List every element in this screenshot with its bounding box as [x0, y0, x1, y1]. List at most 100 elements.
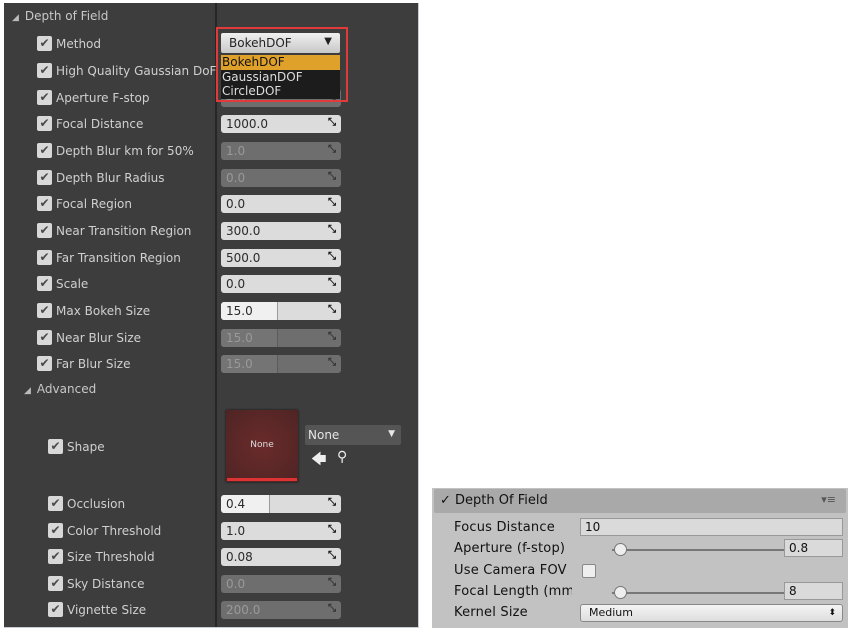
numeric-field[interactable]: 1000.0 ⤡	[221, 115, 341, 134]
checkbox-checked-icon[interactable]: ✔	[37, 89, 52, 105]
chevron-down-icon: ▼	[388, 429, 395, 439]
drag-resize-icon: ⤡	[328, 250, 336, 262]
checkbox-checked-icon[interactable]: ✔	[48, 575, 63, 591]
numeric-field[interactable]: 500.0 ⤡	[221, 248, 341, 267]
shape-texture-thumbnail[interactable]: None	[226, 410, 298, 482]
row-label: Far Blur Size	[56, 357, 131, 372]
property-row: ✔ High Quality Gaussian DoF on Mobile	[4, 60, 418, 86]
row-label: Depth Blur Radius	[56, 170, 165, 185]
component-header[interactable]: ✓ Depth Of Field ▾≡	[434, 489, 846, 513]
property-row: ✔ Max Bokeh Size 15.0 ⤡	[4, 300, 418, 326]
checkbox-checked-icon[interactable]: ✔	[37, 36, 52, 51]
collapse-triangle-icon: ◢	[12, 13, 19, 23]
row-label: Vignette Size	[67, 603, 147, 617]
checkbox-checked-icon[interactable]: ✔	[37, 223, 52, 239]
checkbox-checked-icon[interactable]: ✔	[37, 276, 52, 292]
numeric-field: 0.0 ⤡	[221, 574, 341, 593]
numeric-field: 15.0 ⤡	[221, 328, 341, 347]
numeric-field[interactable]: 0.0 ⤡	[221, 195, 341, 214]
numeric-field[interactable]: 0.0 ⤡	[221, 275, 341, 294]
row-label: Depth Blur km for 50%	[56, 144, 194, 158]
property-row: ✔ Depth Blur Radius 0.0 ⤡	[4, 167, 418, 193]
numeric-field[interactable]: 300.0 ⤡	[221, 222, 341, 241]
row-label: Sky Distance	[67, 576, 145, 591]
property-row: ✔ Aperture F-stop 4.0 ⤡	[4, 87, 418, 113]
aperture-slider-knob[interactable]	[614, 543, 627, 556]
numeric-field: 1.0 ⤡	[221, 142, 341, 160]
property-row: ✔ Far Blur Size 15.0 ⤡	[4, 353, 418, 379]
shape-asset-dropdown[interactable]: None ▼	[305, 425, 401, 445]
focus-distance-input[interactable]: 10	[580, 518, 843, 536]
drag-resize-icon: ⤡	[328, 523, 336, 535]
kernel-size-dropdown[interactable]: Medium ⬍	[580, 604, 843, 622]
property-row: ✔ Focal Distance 1000.0 ⤡	[4, 113, 418, 139]
drag-resize-icon: ⤡	[328, 497, 336, 508]
numeric-field[interactable]: 1.0 ⤡	[221, 521, 341, 540]
checkbox-checked-icon[interactable]: ✔	[37, 356, 52, 372]
checkbox-checked-icon[interactable]: ✔	[37, 303, 52, 319]
drag-resize-icon: ⤡	[328, 117, 336, 129]
property-row: ✔ Near Blur Size 15.0 ⤡	[4, 327, 418, 353]
search-magnifier-icon[interactable]: ⚲	[337, 449, 347, 465]
aperture-input[interactable]: 0.8	[784, 539, 843, 557]
row-label: Max Bokeh Size	[56, 304, 151, 319]
checkbox-checked-icon[interactable]: ✔	[48, 549, 63, 564]
enabled-checkmark-icon[interactable]: ✓	[440, 493, 451, 508]
property-row: ✔ Color Threshold 1.0 ⤡	[4, 520, 418, 546]
row-label: Occlusion	[67, 497, 126, 511]
numeric-field: 200.0 ⤡	[221, 601, 341, 619]
updown-arrows-icon: ⬍	[828, 608, 836, 618]
section-header-advanced[interactable]: ◢ Advanced	[24, 382, 96, 396]
row-label: Color Threshold	[67, 523, 162, 538]
highlight-callout-box	[216, 27, 348, 102]
numeric-field[interactable]: 0.08 ⤡	[221, 548, 341, 566]
row-label: Shape	[67, 440, 105, 454]
focal-length-input[interactable]: 8	[784, 582, 843, 600]
row-method: ✔ Method	[4, 33, 418, 59]
drag-resize-icon: ⤡	[328, 197, 336, 209]
property-row: ✔ Near Transition Region 300.0 ⤡	[4, 220, 418, 246]
drag-resize-icon: ⤡	[328, 330, 336, 342]
unreal-dof-panel: ◢ Depth of Field ✔ Method ✔ High Quality …	[4, 3, 419, 628]
checkbox-checked-icon[interactable]: ✔	[48, 522, 63, 538]
row-label: Aperture F-stop	[56, 90, 150, 105]
use-selected-arrow-icon[interactable]: 🡄	[311, 449, 327, 474]
checkbox-checked-icon[interactable]: ✔	[48, 439, 63, 454]
checkbox-checked-icon[interactable]: ✔	[37, 329, 52, 345]
numeric-field[interactable]: 15.0 ⤡	[221, 302, 341, 321]
row-label: Focal Distance	[56, 117, 144, 132]
drag-resize-icon: ⤡	[328, 304, 336, 316]
drag-resize-icon: ⤡	[328, 170, 336, 182]
checkbox-checked-icon[interactable]: ✔	[48, 496, 63, 511]
property-row: ✔ Sky Distance 0.0 ⤡	[4, 573, 418, 599]
use-camera-fov-checkbox[interactable]	[582, 564, 596, 578]
numeric-field[interactable]: 0.4 ⤡	[221, 495, 341, 513]
aperture-slider[interactable]	[612, 549, 797, 551]
drag-resize-icon: ⤡	[328, 277, 336, 289]
row-label: Method	[56, 37, 102, 51]
checkbox-checked-icon[interactable]: ✔	[37, 196, 52, 212]
focal-length-slider-knob[interactable]	[614, 586, 627, 599]
checkbox-checked-icon[interactable]: ✔	[48, 602, 63, 617]
checkbox-checked-icon[interactable]: ✔	[37, 143, 52, 158]
property-row: ✔ Size Threshold 0.08 ⤡	[4, 546, 418, 572]
row-label: Far Transition Region	[56, 250, 181, 265]
checkbox-checked-icon[interactable]: ✔	[37, 169, 52, 185]
row-label: High Quality Gaussian DoF on Mobile	[56, 64, 225, 78]
checkbox-checked-icon[interactable]: ✔	[37, 249, 52, 265]
property-row: ✔ Depth Blur km for 50% 1.0 ⤡	[4, 140, 418, 166]
drag-resize-icon: ⤡	[328, 603, 336, 614]
checkbox-checked-icon[interactable]: ✔	[37, 116, 52, 132]
numeric-field: 15.0 ⤡	[221, 355, 341, 374]
checkbox-checked-icon[interactable]: ✔	[37, 63, 52, 78]
row-label: Size Threshold	[67, 550, 155, 564]
row-label: Near Transition Region	[56, 224, 192, 239]
property-row: ✔ Scale 0.0 ⤡	[4, 273, 418, 299]
property-row: ✔ Vignette Size 200.0 ⤡	[4, 599, 418, 625]
drag-resize-icon: ⤡	[328, 357, 336, 369]
drag-resize-icon: ⤡	[328, 576, 336, 588]
property-row: ✔ Focal Region 0.0 ⤡	[4, 193, 418, 219]
settings-menu-icon[interactable]: ▾≡	[821, 493, 836, 506]
focal-length-slider[interactable]	[612, 592, 797, 594]
section-header-depth-of-field[interactable]: ◢ Depth of Field	[12, 9, 108, 23]
